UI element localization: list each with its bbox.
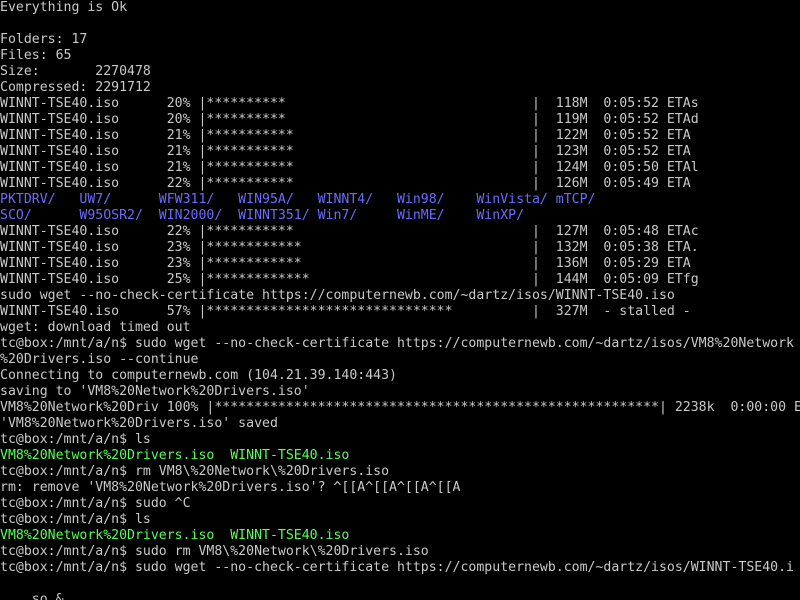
terminal-line-text: %20Drivers.iso --continue <box>0 352 199 367</box>
terminal-line: WINNT-TSE40.iso 22% |*********** | 126M … <box>0 176 691 192</box>
terminal-line: wget: download timed out <box>0 320 191 336</box>
terminal-line: WINNT-TSE40.iso 57% |*******************… <box>0 304 691 320</box>
terminal-line: Connecting to computernewb.com (104.21.3… <box>0 368 397 384</box>
terminal-line-text: WINNT-TSE40.iso 23% |************ | 132M… <box>0 240 699 255</box>
command-input-text: so & <box>31 592 64 600</box>
terminal-line-text: PKTDRV/ UW7/ WFW311/ WIN95A/ WINNT4/ Win… <box>0 192 596 207</box>
terminal-line-text: Connecting to computernewb.com (104.21.3… <box>0 368 397 383</box>
terminal-line: tc@box:/mnt/a/n$ ls <box>0 512 151 528</box>
terminal-line: saving to 'VM8%20Network%20Drivers.iso' <box>0 384 310 400</box>
command-input-line[interactable]: so & <box>0 576 72 600</box>
terminal-line-text: WINNT-TSE40.iso 21% |*********** | 122M … <box>0 128 691 143</box>
terminal-line-text: WINNT-TSE40.iso 25% |************* | 144… <box>0 272 699 287</box>
terminal-line-text: VM8%20Network%20Drivers.iso WINNT-TSE40.… <box>0 448 350 463</box>
terminal-line-text: tc@box:/mnt/a/n$ ls <box>0 512 151 527</box>
terminal-line-text: SCO/ W95OSR2/ WIN2000/ WINNT351/ Win7/ W… <box>0 208 525 223</box>
terminal-line: 'VM8%20Network%20Drivers.iso' saved <box>0 416 278 432</box>
terminal-line: Folders: 17 <box>0 32 87 48</box>
terminal-line: WINNT-TSE40.iso 23% |************ | 136M… <box>0 256 691 272</box>
terminal-line-text: WINNT-TSE40.iso 21% |*********** | 124M … <box>0 160 699 175</box>
terminal-line: Size: 2270478 <box>0 64 151 80</box>
terminal-line-text: WINNT-TSE40.iso 22% |*********** | 127M … <box>0 224 699 239</box>
terminal-line-text: 'VM8%20Network%20Drivers.iso' saved <box>0 416 278 431</box>
terminal-line-text: Compressed: 2291712 <box>0 80 151 95</box>
terminal-line-text: WINNT-TSE40.iso 20% |********** | 119M 0… <box>0 112 699 127</box>
terminal-line: PKTDRV/ UW7/ WFW311/ WIN95A/ WINNT4/ Win… <box>0 192 595 208</box>
terminal-line-text: tc@box:/mnt/a/n$ sudo wget --no-check-ce… <box>0 336 794 351</box>
terminal-line-text: tc@box:/mnt/a/n$ sudo wget --no-check-ce… <box>0 560 794 575</box>
terminal-line: rm: remove 'VM8%20Network%20Drivers.iso'… <box>0 480 461 496</box>
terminal-line: WINNT-TSE40.iso 20% |********** | 119M 0… <box>0 112 699 128</box>
terminal-line-text: WINNT-TSE40.iso 57% |*******************… <box>0 304 691 319</box>
terminal-line: Everything is Ok <box>0 0 127 16</box>
terminal-line: VM8%20Network%20Drivers.iso WINNT-TSE40.… <box>0 448 349 464</box>
terminal-line-text: tc@box:/mnt/a/n$ sudo ^C <box>0 496 191 511</box>
terminal-screen[interactable]: Everything is Ok Folders: 17 Files: 65 Size… <box>0 0 800 600</box>
terminal-line-text: Files: 65 <box>0 48 72 63</box>
terminal-line: tc@box:/mnt/a/n$ sudo rm VM8\%20Network\… <box>0 544 429 560</box>
terminal-line: WINNT-TSE40.iso 25% |************* | 144… <box>0 272 699 288</box>
terminal-line-text: tc@box:/mnt/a/n$ sudo rm VM8\%20Network\… <box>0 544 429 559</box>
terminal-line: VM8%20Network%20Driv 100% |*************… <box>0 400 800 416</box>
terminal-line: tc@box:/mnt/a/n$ ls <box>0 432 151 448</box>
terminal-line-text: tc@box:/mnt/a/n$ ls <box>0 432 151 447</box>
terminal-line: WINNT-TSE40.iso 21% |*********** | 123M … <box>0 144 691 160</box>
terminal-line: WINNT-TSE40.iso 21% |*********** | 122M … <box>0 128 691 144</box>
terminal-line-text: Everything is Ok <box>0 0 128 15</box>
terminal-line: tc@box:/mnt/a/n$ sudo wget --no-check-ce… <box>0 560 794 576</box>
terminal-line-text: sudo wget --no-check-certificate https:/… <box>0 288 675 303</box>
terminal-line: Files: 65 <box>0 48 71 64</box>
terminal-line: WINNT-TSE40.iso 22% |*********** | 127M … <box>0 224 699 240</box>
terminal-line-text: WINNT-TSE40.iso 20% |********** | 118M 0… <box>0 96 699 111</box>
terminal-line-text: WINNT-TSE40.iso 21% |*********** | 123M … <box>0 144 691 159</box>
terminal-line-text: tc@box:/mnt/a/n$ rm VM8\%20Network\%20Dr… <box>0 464 390 479</box>
terminal-line: tc@box:/mnt/a/n$ sudo ^C <box>0 496 191 512</box>
terminal-line-text: Folders: 17 <box>0 32 88 47</box>
terminal-line: sudo wget --no-check-certificate https:/… <box>0 288 675 304</box>
terminal-line-text: rm: remove 'VM8%20Network%20Drivers.iso'… <box>0 480 461 495</box>
terminal-line: VM8%20Network%20Drivers.iso WINNT-TSE40.… <box>0 528 349 544</box>
terminal-line-text: Size: 2270478 <box>0 64 151 79</box>
terminal-line: %20Drivers.iso --continue <box>0 352 199 368</box>
terminal-line-text: saving to 'VM8%20Network%20Drivers.iso' <box>0 384 310 399</box>
terminal-line: WINNT-TSE40.iso 20% |********** | 118M 0… <box>0 96 699 112</box>
terminal-line: WINNT-TSE40.iso 21% |*********** | 124M … <box>0 160 699 176</box>
terminal-line-text: WINNT-TSE40.iso 22% |*********** | 126M … <box>0 176 691 191</box>
terminal-line: WINNT-TSE40.iso 23% |************ | 132M… <box>0 240 699 256</box>
terminal-line-text: VM8%20Network%20Drivers.iso WINNT-TSE40.… <box>0 528 350 543</box>
terminal-line: tc@box:/mnt/a/n$ rm VM8\%20Network\%20Dr… <box>0 464 389 480</box>
terminal-line: tc@box:/mnt/a/n$ sudo wget --no-check-ce… <box>0 336 794 352</box>
terminal-line-text: wget: download timed out <box>0 320 191 335</box>
terminal-line-text: VM8%20Network%20Driv 100% |*************… <box>0 400 800 415</box>
terminal-line: SCO/ W95OSR2/ WIN2000/ WINNT351/ Win7/ W… <box>0 208 524 224</box>
terminal-line-text: WINNT-TSE40.iso 23% |************ | 136M… <box>0 256 691 271</box>
terminal-line: Compressed: 2291712 <box>0 80 151 96</box>
